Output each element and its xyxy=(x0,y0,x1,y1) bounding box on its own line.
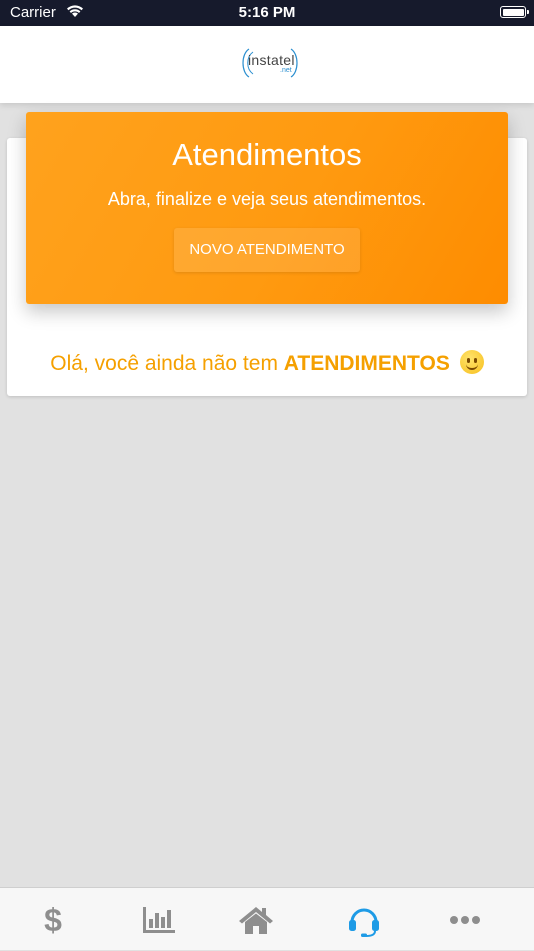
tab-more[interactable] xyxy=(412,888,518,951)
empty-state-prefix: Olá, você ainda não tem xyxy=(50,352,278,375)
atendimentos-banner: Atendimentos Abra, finalize e veja seus … xyxy=(26,112,508,304)
svg-text:$: $ xyxy=(44,903,62,937)
status-time: 5:16 PM xyxy=(238,4,296,21)
tab-charts[interactable] xyxy=(106,888,212,951)
tab-support[interactable] xyxy=(311,888,417,951)
tab-finance[interactable]: $ xyxy=(0,888,106,951)
banner-title: Atendimentos xyxy=(172,137,362,172)
instatel-logo: instatel .net xyxy=(241,45,299,81)
smiley-icon xyxy=(459,350,484,374)
dollar-icon: $ xyxy=(44,903,62,937)
new-ticket-button[interactable]: NOVO ATENDIMENTO xyxy=(174,228,360,272)
bar-chart-icon xyxy=(143,906,175,933)
home-icon xyxy=(239,906,273,934)
banner-subtitle: Abra, finalize e veja seus atendimentos. xyxy=(107,189,427,209)
tab-home[interactable] xyxy=(203,888,309,951)
logo-subtext: .net xyxy=(280,67,292,74)
status-bar: Carrier 5:16 PM xyxy=(0,0,534,26)
ellipsis-icon xyxy=(450,915,480,924)
logo-text: instatel xyxy=(248,52,295,68)
header-bar: instatel .net xyxy=(0,26,534,103)
battery-icon xyxy=(500,6,529,18)
tab-bar: $ xyxy=(0,887,534,950)
empty-state-message: Olá, você ainda não tem ATENDIMENTOS xyxy=(7,350,527,376)
headset-icon xyxy=(349,908,379,937)
empty-state-highlight: ATENDIMENTOS xyxy=(283,352,450,375)
